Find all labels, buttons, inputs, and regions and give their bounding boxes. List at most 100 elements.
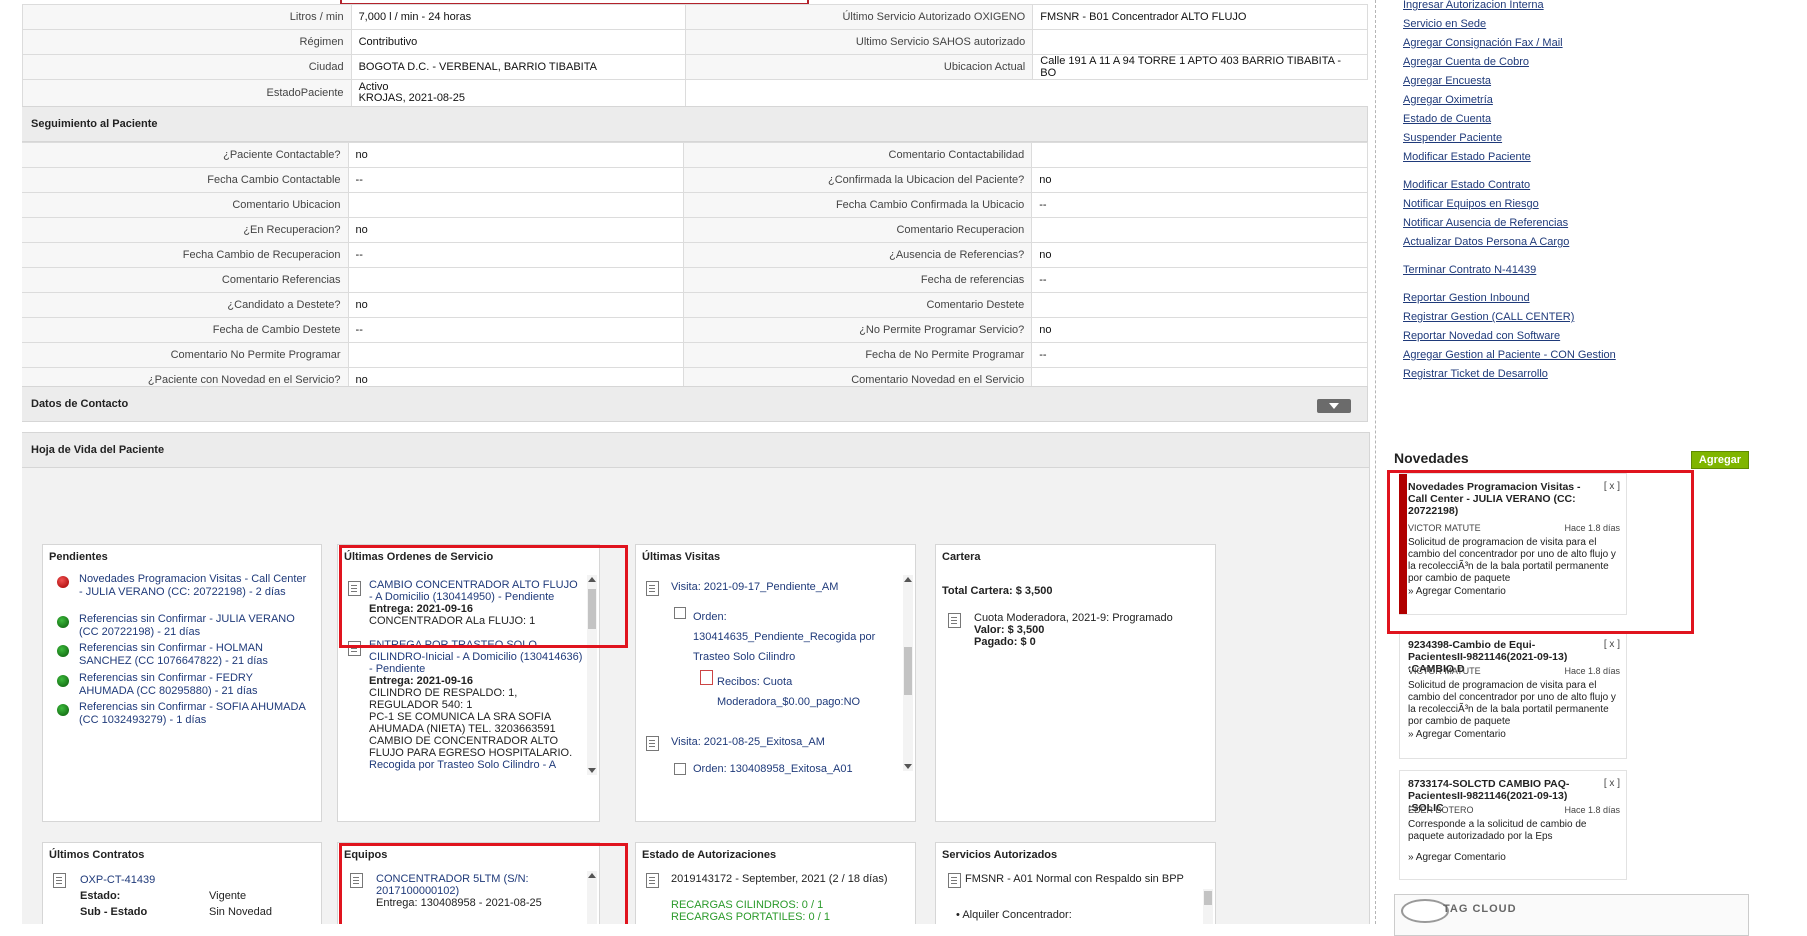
add-comment-link[interactable]: » Agregar Comentario <box>1408 852 1506 863</box>
sidebar-link[interactable]: Servicio en Sede <box>1403 18 1486 30</box>
value: Contributivo <box>350 29 687 55</box>
visita-2-orden[interactable]: Orden: 130408958_Exitosa_A01 <box>693 763 853 775</box>
sidebar-link[interactable]: Agregar Gestion al Paciente - CON Gestio… <box>1403 349 1616 361</box>
seguimiento-row: ¿En Recuperacion? no Comentario Recuperaci… <box>22 217 1368 243</box>
value: -- <box>347 242 685 268</box>
agregar-button[interactable]: Agregar <box>1691 451 1749 469</box>
sidebar-link[interactable]: Estado de Cuenta <box>1403 113 1491 125</box>
add-comment-link[interactable]: » Agregar Comentario <box>1408 729 1506 740</box>
subestado-label: Sub - Estado <box>80 906 148 918</box>
seguimiento-row: ¿Candidato a Destete? no Comentario Destet… <box>22 292 1368 318</box>
sidebar-link[interactable]: Registrar Gestion (CALL CENTER) <box>1403 311 1574 323</box>
scroll-thumb[interactable] <box>1204 891 1212 905</box>
sidebar-link[interactable]: Modificar Estado Paciente <box>1403 151 1531 163</box>
highlight-box-ordenes <box>339 545 628 648</box>
pendiente-item[interactable]: Referencias sin Confirmar - FEDRY AHUMAD… <box>57 672 307 698</box>
document-icon <box>53 873 66 888</box>
value <box>347 267 685 293</box>
novedad-body: Corresponde a la solicitud de cambio de … <box>1408 819 1587 842</box>
orden-line: Trasteo Solo Cilindro <box>693 651 796 663</box>
document-icon <box>646 736 659 751</box>
orden-line: CAMBIO DE CONCENTRADOR ALTO <box>369 735 559 747</box>
highlight-box-equipos <box>339 843 628 924</box>
contrato-id[interactable]: OXP-CT-41439 <box>80 874 155 886</box>
sidebar-link[interactable]: Ingresar Autorizacion Interna <box>1403 0 1544 11</box>
highlight-box-novedad <box>1387 470 1694 634</box>
visita-1[interactable]: Visita: 2021-09-17_Pendiente_AM <box>671 581 838 593</box>
status-red-icon <box>57 576 69 588</box>
scroll-down-icon[interactable] <box>904 764 912 769</box>
seguimiento-section: Seguimiento al Paciente ¿Paciente Contac… <box>22 106 1368 418</box>
sidebar-link[interactable]: Agregar Oximetría <box>1403 94 1493 106</box>
visita-2[interactable]: Visita: 2021-08-25_Exitosa_AM <box>671 736 825 748</box>
document-icon <box>646 873 659 888</box>
pendiente-item[interactable]: Novedades Programacion Visitas - Call Ce… <box>57 573 307 599</box>
subestado-value: Sin Novedad <box>209 906 272 918</box>
orden-line: - Pendiente <box>369 663 426 675</box>
visitas-scrollbar[interactable] <box>903 575 913 771</box>
servicios-scrollbar[interactable] <box>1203 889 1213 924</box>
sidebar-link[interactable]: Registrar Ticket de Desarrollo <box>1403 368 1548 380</box>
scroll-thumb[interactable] <box>904 647 912 695</box>
orden-entrega: Entrega: 2021-09-16 <box>369 675 473 687</box>
sidebar-link[interactable]: Agregar Cuenta de Cobro <box>1403 56 1529 68</box>
label: Comentario Ubicacion <box>22 192 349 218</box>
servicio-sub: Alquiler Concentrador: <box>962 909 1072 921</box>
close-button[interactable]: [ x ] <box>1604 778 1620 789</box>
sidebar-link[interactable]: Notificar Ausencia de Referencias <box>1403 217 1568 229</box>
orden-label: Orden: <box>693 611 727 623</box>
pendiente-text: Referencias sin Confirmar - FEDRY AHUMAD… <box>79 672 258 697</box>
sidebar-link[interactable]: Agregar Consignación Fax / Mail <box>1403 37 1563 49</box>
pendiente-text: Referencias sin Confirmar - SOFIA AHUMAD… <box>79 701 306 726</box>
orden-2[interactable]: ENTREGA POR TRASTEO SOLO CILINDRO-Inicia… <box>369 639 587 771</box>
section-title: Hoja de Vida del Paciente <box>22 433 1369 468</box>
label: Régimen <box>22 29 352 55</box>
close-button[interactable]: [ x ] <box>1604 639 1620 650</box>
expand-toggle-icon[interactable] <box>1317 399 1351 413</box>
label: ¿En Recuperacion? <box>22 217 349 243</box>
label: ¿Ausencia de Referencias? <box>683 242 1033 268</box>
label: Comentario Referencias <box>22 267 349 293</box>
label: ¿Candidato a Destete? <box>22 292 349 318</box>
seguimiento-row: Fecha de Cambio Destete -- ¿No Permite Pro… <box>22 317 1368 343</box>
order-icon <box>674 763 686 775</box>
seguimiento-row: Fecha Cambio Contactable -- ¿Confirmada la… <box>22 167 1368 193</box>
sidebar-link[interactable]: Modificar Estado Contrato <box>1403 179 1530 191</box>
contacto-section[interactable]: Datos de Contacto <box>22 386 1368 422</box>
servicios-panel: Servicios Autorizados FMSNR - A01 Normal… <box>935 842 1216 924</box>
seguimiento-row: ¿Paciente Contactable? no Comentario Conta… <box>22 142 1368 168</box>
seguimiento-row: Fecha Cambio de Recuperacion -- ¿Ausencia … <box>22 242 1368 268</box>
value <box>347 342 685 368</box>
seguimiento-row: Comentario Referencias Fecha de referenci… <box>22 267 1368 293</box>
sidebar-link[interactable]: Actualizar Datos Persona A Cargo <box>1403 236 1569 248</box>
contacto-title: Datos de Contacto <box>31 398 129 410</box>
status-green-icon <box>57 704 69 716</box>
orden-line: REGULADOR 540: 1 <box>369 699 473 711</box>
autorizacion-line: 2019143172 - September, 2021 (2 / 18 día… <box>671 873 888 885</box>
value: BOGOTA D.C. - VERBENAL, BARRIO TIBABITA <box>350 54 687 80</box>
value: Activo KROJAS, 2021-08-25 <box>350 79 687 107</box>
pendiente-item[interactable]: Referencias sin Confirmar - SOFIA AHUMAD… <box>57 701 307 727</box>
orden-line: PC-1 SE COMUNICA LA SRA SOFIA <box>369 711 552 723</box>
visita-1-recibos[interactable]: Recibos: Cuota Moderadora_$0.00_pago:NO <box>717 672 860 712</box>
label: Fecha de Cambio Destete <box>22 317 349 343</box>
pendiente-item[interactable]: Referencias sin Confirmar - JULIA VERANO… <box>57 613 307 639</box>
sidebar-link[interactable]: Terminar Contrato N-41439 <box>1403 264 1536 276</box>
pendiente-item[interactable]: Referencias sin Confirmar - HOLMAN SANCH… <box>57 642 307 668</box>
value: Calle 191 A 11 A 94 TORRE 1 APTO 403 BAR… <box>1032 54 1368 80</box>
sidebar-link[interactable]: Notificar Equipos en Riesgo <box>1403 198 1539 210</box>
sidebar-link[interactable]: Reportar Novedad con Software <box>1403 330 1560 342</box>
sidebar-link[interactable]: Suspender Paciente <box>1403 132 1502 144</box>
sidebar-link[interactable]: Reportar Gestion Inbound <box>1403 292 1530 304</box>
row-regimen: Régimen Contributivo Ultimo Servicio SAH… <box>22 29 1368 55</box>
sidebar-link[interactable]: Agregar Encuesta <box>1403 75 1491 87</box>
value: 7,000 l / min - 24 horas <box>350 4 687 30</box>
orden-line: Recogida por Trasteo Solo Cilindro - A <box>369 759 557 771</box>
visita-1-orden[interactable]: Orden: 130414635_Pendiente_Recogida por … <box>693 607 875 667</box>
label: Fecha de referencias <box>683 267 1033 293</box>
scroll-down-icon[interactable] <box>588 768 596 773</box>
scroll-up-icon[interactable] <box>904 577 912 582</box>
value <box>1031 142 1368 168</box>
pendiente-text: Referencias sin Confirmar - JULIA VERANO… <box>79 613 295 638</box>
value: no <box>347 217 685 243</box>
